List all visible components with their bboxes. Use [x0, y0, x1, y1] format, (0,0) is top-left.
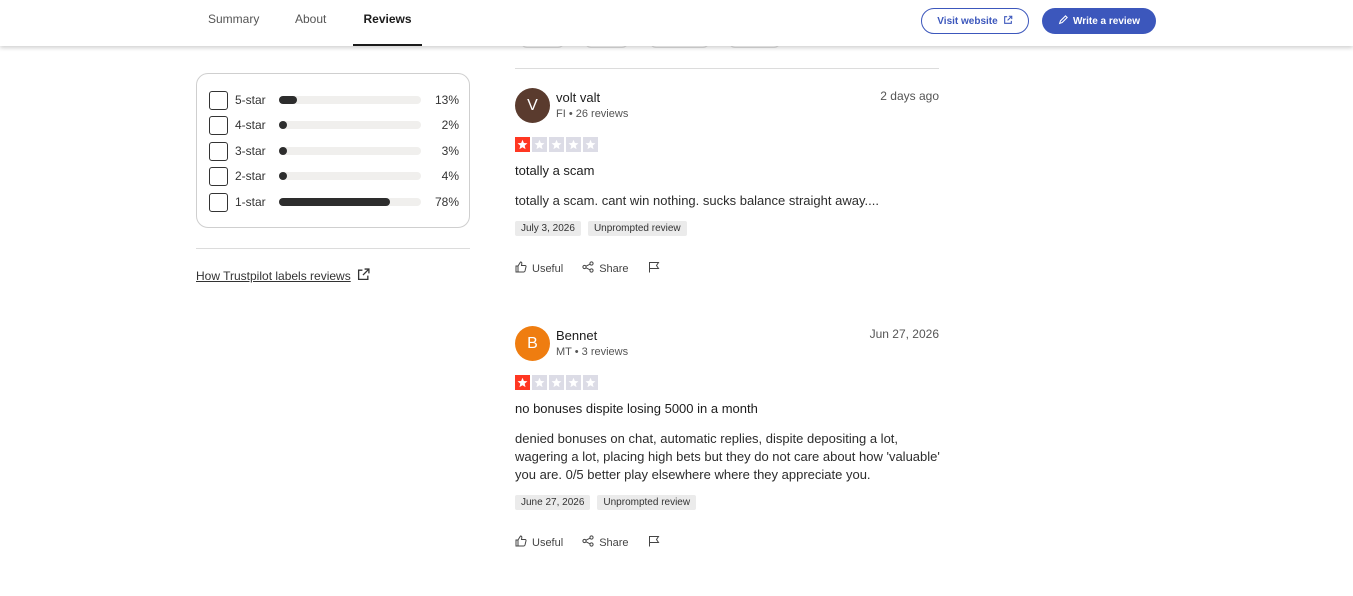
star-icon: [549, 137, 564, 152]
review-date: 2 days ago: [880, 89, 939, 103]
rating-row-4-star[interactable]: 4-star 2%: [209, 115, 459, 135]
star-rating: [515, 137, 598, 152]
pencil-icon: [1058, 14, 1068, 28]
reviewer-meta: FI • 26 reviews: [556, 108, 629, 120]
share-label: Share: [599, 536, 629, 549]
write-review-button[interactable]: Write a review: [1042, 8, 1156, 34]
flag-icon: [648, 261, 660, 276]
rating-bar-fill: [279, 172, 287, 180]
review-title[interactable]: no bonuses dispite losing 5000 in a mont…: [515, 401, 758, 416]
flag-icon: [648, 535, 660, 550]
star-icon: [532, 137, 547, 152]
useful-label: Useful: [532, 262, 564, 275]
checkbox[interactable]: [209, 192, 228, 212]
rating-bar: [279, 121, 421, 129]
share-label: Share: [599, 262, 629, 275]
rating-percent: 3%: [441, 144, 459, 158]
thumbs-up-icon: [515, 261, 527, 276]
rating-bar: [279, 172, 421, 180]
rating-bar-fill: [279, 147, 287, 155]
review-actions: Useful Share: [515, 535, 679, 550]
rating-row-3-star[interactable]: 3-star 3%: [209, 141, 459, 161]
avatar-letter: V: [527, 96, 538, 114]
reviewer-meta: MT • 3 reviews: [556, 346, 629, 358]
reviewer-name[interactable]: volt valt: [556, 90, 600, 105]
report-button[interactable]: [648, 261, 660, 276]
how-trustpilot-labels-link[interactable]: How Trustpilot labels reviews: [196, 268, 370, 284]
star-icon: [515, 375, 530, 390]
review-actions: Useful Share: [515, 261, 679, 276]
rating-bar: [279, 198, 421, 206]
review-tags: July 3, 2026 Unprompted review: [515, 221, 687, 236]
rating-percent: 2%: [441, 118, 459, 132]
write-review-label: Write a review: [1072, 15, 1141, 27]
star-icon: [566, 137, 581, 152]
visit-website-label: Visit website: [937, 15, 998, 27]
rating-row-5-star[interactable]: 5-star 13%: [209, 90, 459, 110]
link-label: How Trustpilot labels reviews: [196, 269, 351, 283]
rating-percent: 78%: [434, 195, 459, 209]
checkbox[interactable]: [209, 166, 228, 186]
avatar[interactable]: B: [515, 326, 550, 361]
top-nav: Summary About Reviews Visit website Writ…: [0, 0, 1353, 46]
external-link-icon: [1003, 15, 1013, 28]
rating-row-2-star[interactable]: 2-star 4%: [209, 166, 459, 186]
divider: [515, 68, 939, 69]
share-icon: [582, 535, 594, 550]
rating-filter-panel: 5-star 13% 4-star 2% 3-star 3% 2-star 4%…: [196, 73, 470, 228]
tab-summary[interactable]: Summary: [208, 0, 259, 46]
review-body: totally a scam. cant win nothing. sucks …: [515, 193, 879, 208]
star-icon: [583, 375, 598, 390]
thumbs-up-icon: [515, 535, 527, 550]
review-card: V volt valt FI • 26 reviews 2 days ago t…: [515, 88, 939, 288]
unprompted-review-tag[interactable]: Unprompted review: [597, 495, 697, 510]
rating-label: 1-star: [235, 195, 266, 209]
useful-label: Useful: [532, 536, 564, 549]
review-tags: June 27, 2026 Unprompted review: [515, 495, 697, 510]
rating-bar-fill: [279, 121, 287, 129]
avatar[interactable]: V: [515, 88, 550, 123]
external-link-icon: [357, 268, 370, 284]
rating-row-1-star[interactable]: 1-star 78%: [209, 192, 459, 212]
checkbox[interactable]: [209, 90, 228, 110]
unprompted-review-tag[interactable]: Unprompted review: [587, 221, 687, 236]
visit-website-button[interactable]: Visit website: [921, 8, 1029, 34]
tab-about[interactable]: About: [295, 0, 326, 46]
avatar-letter: B: [527, 334, 538, 352]
useful-button[interactable]: Useful: [515, 261, 563, 276]
tab-reviews[interactable]: Reviews: [353, 0, 422, 46]
checkbox[interactable]: [209, 115, 228, 135]
share-button[interactable]: Share: [582, 535, 629, 550]
share-button[interactable]: Share: [582, 261, 629, 276]
review-date: Jun 27, 2026: [869, 327, 939, 341]
experience-date-tag: July 3, 2026: [515, 221, 581, 236]
rating-percent: 4%: [441, 169, 459, 183]
star-icon: [549, 375, 564, 390]
rating-label: 4-star: [235, 118, 266, 132]
star-icon: [566, 375, 581, 390]
divider: [196, 248, 470, 249]
rating-label: 5-star: [235, 93, 266, 107]
rating-label: 2-star: [235, 169, 266, 183]
review-body: denied bonuses on chat, automatic replie…: [515, 431, 940, 482]
star-icon: [532, 375, 547, 390]
experience-date-tag: June 27, 2026: [515, 495, 591, 510]
useful-button[interactable]: Useful: [515, 535, 563, 550]
checkbox[interactable]: [209, 141, 228, 161]
star-rating: [515, 375, 598, 390]
rating-bar: [279, 96, 421, 104]
rating-percent: 13%: [434, 93, 459, 107]
report-button[interactable]: [648, 535, 660, 550]
star-icon: [583, 137, 598, 152]
rating-bar-fill: [279, 198, 390, 206]
review-title[interactable]: totally a scam: [515, 163, 594, 178]
star-icon: [515, 137, 530, 152]
reviewer-name[interactable]: Bennet: [556, 328, 597, 343]
rating-bar-fill: [279, 96, 298, 104]
rating-label: 3-star: [235, 144, 266, 158]
rating-bar: [279, 147, 421, 155]
review-card: B Bennet MT • 3 reviews Jun 27, 2026 no …: [515, 326, 940, 556]
share-icon: [582, 261, 594, 276]
